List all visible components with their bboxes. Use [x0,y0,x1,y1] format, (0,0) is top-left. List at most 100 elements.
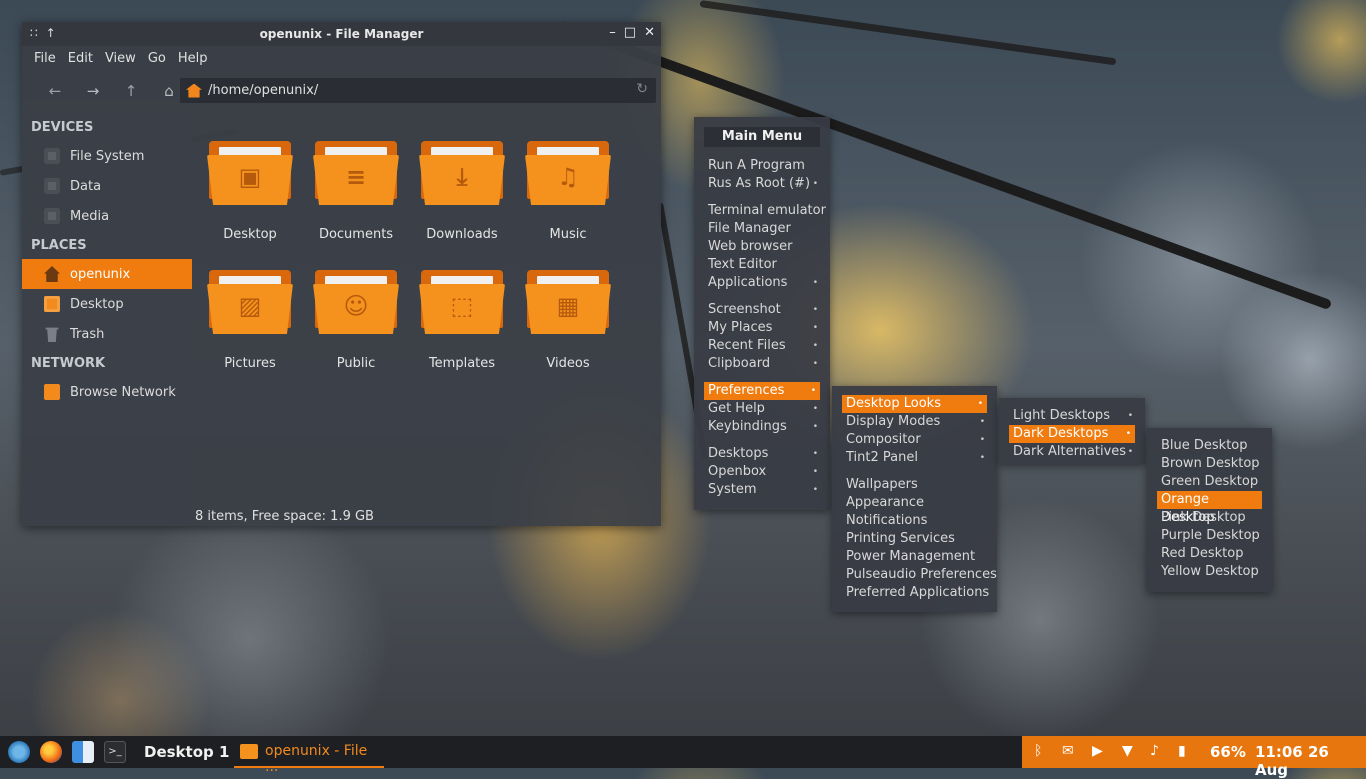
desktop-switcher[interactable]: Desktop 1 [144,743,229,761]
menu-item-desktops[interactable]: Desktops • [694,445,830,463]
folder-videos[interactable]: ▦ Videos [515,270,621,371]
window-titlebar[interactable]: ∷ ↑ openunix - File Manager – □ ✕ [22,22,661,46]
sidebar-item-media[interactable]: Media [22,201,192,231]
film-icon: ▦ [556,292,580,320]
submenu-arrow-icon: • [812,179,818,189]
submenu-arrow-icon: • [812,404,818,414]
template-icon: ⬚ [450,292,474,320]
home-folder-icon [186,83,202,98]
sidebar-item-trash[interactable]: Trash [22,319,192,349]
menu-item-dark-alternatives[interactable]: Dark Alternatives • [999,443,1145,461]
volume-icon[interactable]: ♪ [1150,743,1159,759]
submenu-arrow-icon: • [1127,411,1133,421]
menu-item-dark-desktops[interactable]: Dark Desktops • [1009,425,1135,443]
battery-icon[interactable]: ▮ [1178,743,1186,759]
menu-go[interactable]: Go [142,51,172,66]
preferences-submenu: Desktop Looks • Display Modes • Compositor… [832,386,997,612]
menu-item-yellow-desktop[interactable]: Yellow Desktop [1147,563,1272,581]
menu-item-screenshot[interactable]: Screenshot • [694,301,830,319]
sidebar-item-openunix[interactable]: openunix [22,259,192,289]
menu-item-terminal[interactable]: Terminal emulator [694,202,830,220]
menu-item-preferred-applications[interactable]: Preferred Applications [832,584,997,602]
menu-item-power-management[interactable]: Power Management [832,548,997,566]
menu-help[interactable]: Help [172,51,214,66]
menu-item-file-manager[interactable]: File Manager [694,220,830,238]
menu-item-openbox[interactable]: Openbox • [694,463,830,481]
menu-item-printing-services[interactable]: Printing Services [832,530,997,548]
download-icon: ⤓ [456,163,468,191]
menu-view[interactable]: View [99,51,142,66]
home-icon [44,266,60,282]
status-bar: 8 items, Free space: 1.9 GB [195,509,374,524]
sidebar-item-data[interactable]: Data [22,171,192,201]
menu-item-compositor[interactable]: Compositor • [832,431,997,449]
folder-pictures[interactable]: ▨ Pictures [197,270,303,371]
menu-launcher-icon[interactable] [8,741,30,763]
menu-file[interactable]: File [28,51,62,66]
menu-item-get-help[interactable]: Get Help • [694,400,830,418]
menu-item-preferences[interactable]: Preferences • [704,382,820,400]
menu-item-desktop-looks[interactable]: Desktop Looks • [842,395,987,413]
menu-item-run-as-root[interactable]: Rus As Root (#) • [694,175,830,193]
menu-item-blue-desktop[interactable]: Blue Desktop [1147,437,1272,455]
menu-item-text-editor[interactable]: Text Editor [694,256,830,274]
back-arrow-icon[interactable]: ← [36,82,74,100]
folder-music[interactable]: ♫ Music [515,141,621,242]
main-menu: Main Menu Run A Program Rus As Root (#) •… [694,117,830,510]
submenu-arrow-icon: • [812,449,818,459]
menu-item-applications[interactable]: Applications • [694,274,830,292]
firefox-icon[interactable] [40,741,62,763]
location-bar[interactable]: /home/openunix/ ↻ [180,78,656,103]
sidebar-item-browse-network[interactable]: Browse Network [22,377,192,407]
menu-item-run-a-program[interactable]: Run A Program [694,157,830,175]
forward-arrow-icon[interactable]: → [74,82,112,100]
folder-documents[interactable]: ≡ Documents [303,141,409,242]
submenu-arrow-icon: • [979,435,985,445]
terminal-tray-icon[interactable]: ▶ [1092,743,1103,759]
folder-templates[interactable]: ⬚ Templates [409,270,515,371]
menu-item-pink-desktop[interactable]: Pink Desktop [1147,509,1272,527]
menu-item-wallpapers[interactable]: Wallpapers [832,476,997,494]
menu-item-purple-desktop[interactable]: Purple Desktop [1147,527,1272,545]
terminal-icon[interactable]: >_ [104,741,126,763]
menu-item-pulseaudio-preferences[interactable]: Pulseaudio Preferences [832,566,997,584]
menu-edit[interactable]: Edit [62,51,99,66]
menu-item-notifications[interactable]: Notifications [832,512,997,530]
network-header: NETWORK [31,356,106,371]
submenu-arrow-icon: • [1125,429,1131,439]
menu-item-green-desktop[interactable]: Green Desktop [1147,473,1272,491]
submenu-arrow-icon: • [812,467,818,477]
bluetooth-icon[interactable]: ᛒ [1034,743,1042,759]
menu-item-display-modes[interactable]: Display Modes • [832,413,997,431]
location-path[interactable]: /home/openunix/ [208,83,318,98]
up-arrow-icon[interactable]: ↑ [112,82,150,100]
file-manager-launcher-icon[interactable] [72,741,94,763]
folder-desktop[interactable]: ▣ Desktop [197,141,303,242]
submenu-arrow-icon: • [1127,447,1133,457]
menu-item-red-desktop[interactable]: Red Desktop [1147,545,1272,563]
menu-item-keybindings[interactable]: Keybindings • [694,418,830,436]
submenu-arrow-icon: • [977,399,983,409]
minimize-icon[interactable]: – [609,25,616,40]
menu-item-recent-files[interactable]: Recent Files • [694,337,830,355]
sidebar-item-desktop[interactable]: Desktop [22,289,192,319]
folder-public[interactable]: ☺ Public [303,270,409,371]
menu-item-orange-desktop[interactable]: Orange Desktop [1157,491,1262,525]
menu-item-light-desktops[interactable]: Light Desktops • [999,407,1145,425]
menu-item-web-browser[interactable]: Web browser [694,238,830,256]
menu-item-system[interactable]: System • [694,481,830,499]
reload-icon[interactable]: ↻ [636,81,648,97]
menu-item-appearance[interactable]: Appearance [832,494,997,512]
clock[interactable]: 11:06 26 Aug [1255,743,1366,779]
wifi-icon[interactable]: ▼ [1122,743,1133,759]
task-file-manager[interactable]: openunix - File ... [234,736,384,775]
menu-item-tint2-panel[interactable]: Tint2 Panel • [832,449,997,467]
close-icon[interactable]: ✕ [644,25,655,40]
sidebar-item-file-system[interactable]: File System [22,141,192,171]
menu-item-clipboard[interactable]: Clipboard • [694,355,830,373]
folder-downloads[interactable]: ⤓ Downloads [409,141,515,242]
menu-item-my-places[interactable]: My Places • [694,319,830,337]
menu-item-brown-desktop[interactable]: Brown Desktop [1147,455,1272,473]
paperclip-icon[interactable]: ✉ [1062,743,1074,759]
maximize-icon[interactable]: □ [624,25,636,40]
